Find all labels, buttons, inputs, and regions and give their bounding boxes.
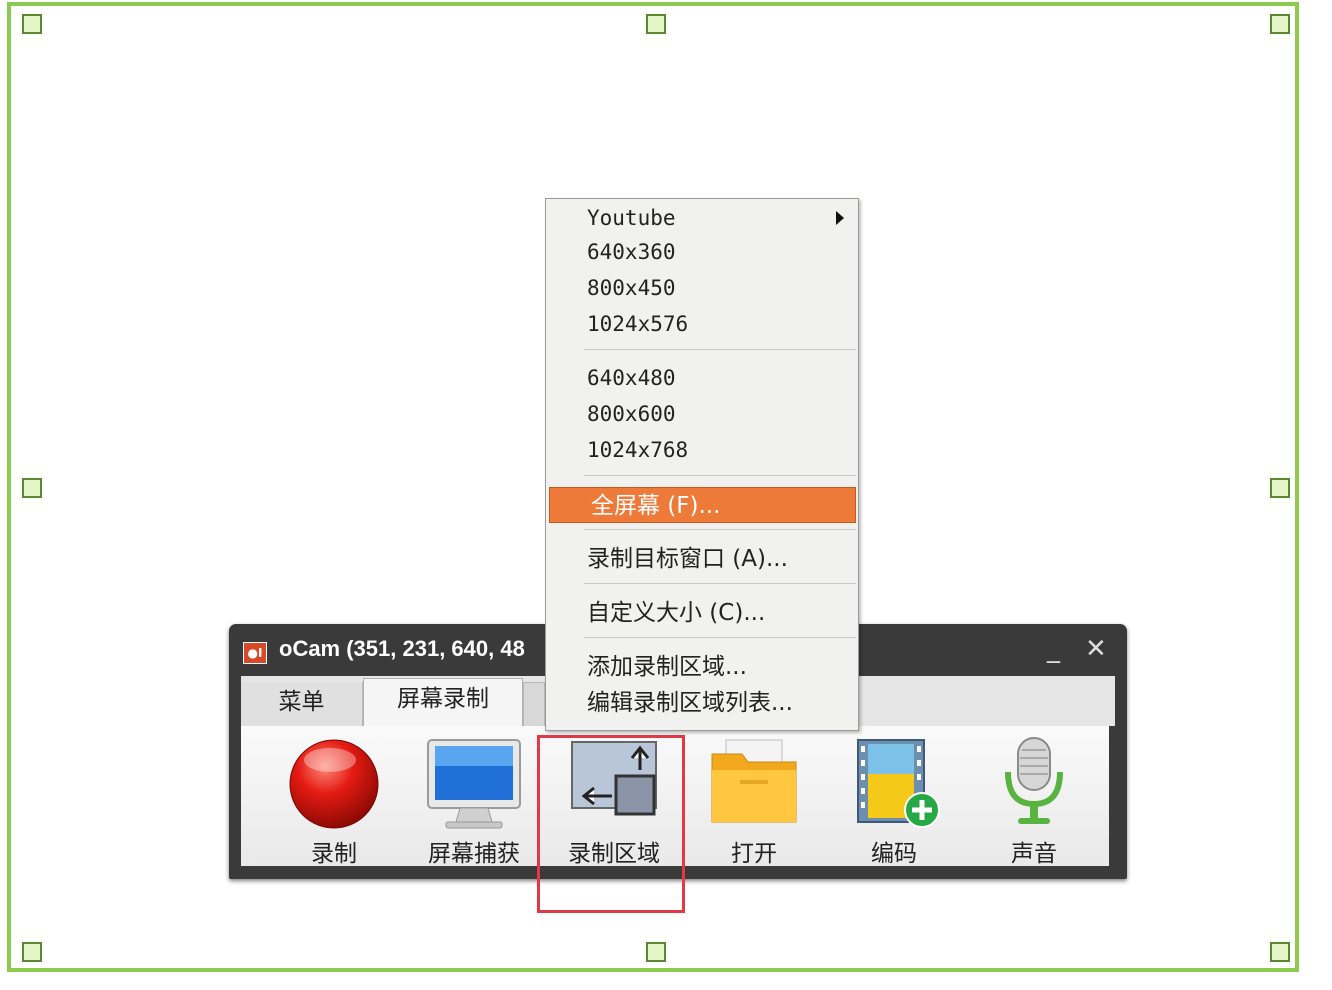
record-label: 录制: [311, 841, 357, 867]
resize-handle-bottom[interactable]: [646, 942, 666, 962]
microphone-icon: [1005, 737, 1063, 824]
annotation-highlight-box: [537, 735, 685, 913]
menu-item-fullscreen[interactable]: 全屏幕 (F)...: [549, 487, 856, 523]
screen-capture-label: 屏幕捕获: [428, 841, 520, 867]
resize-handle-right[interactable]: [1270, 478, 1290, 498]
submenu-arrow-icon: [836, 211, 844, 225]
record-icon: [289, 739, 379, 829]
resize-handle-top-right[interactable]: [1270, 14, 1290, 34]
tab-screen-record[interactable]: 屏幕录制: [363, 678, 523, 726]
minimize-button[interactable]: _: [1047, 634, 1060, 664]
menu-item-800x600[interactable]: 800x600: [546, 396, 858, 432]
menu-item-640x360[interactable]: 640x360: [546, 234, 858, 270]
tab-menu[interactable]: 菜单: [241, 682, 363, 726]
codec-icon: [857, 739, 940, 828]
menu-item-1024x768[interactable]: 1024x768: [546, 432, 858, 468]
sound-label: 声音: [1011, 841, 1057, 867]
resize-handle-top-left[interactable]: [22, 14, 42, 34]
menu-separator: [584, 529, 856, 530]
ocam-app-icon: ●I: [243, 642, 267, 664]
window-title: oCam (351, 231, 640, 48: [279, 636, 525, 661]
close-button[interactable]: ✕: [1085, 634, 1107, 664]
menu-item-target-window[interactable]: 录制目标窗口 (A)...: [546, 541, 858, 577]
folder-icon: [711, 739, 797, 823]
menu-item-custom-size[interactable]: 自定义大小 (C)...: [546, 595, 858, 631]
menu-separator: [584, 349, 856, 350]
codec-button[interactable]: 编码: [834, 736, 954, 867]
menu-item-edit-record-area-list[interactable]: 编辑录制区域列表...: [546, 685, 858, 721]
menu-item-add-record-area[interactable]: 添加录制区域...: [546, 649, 858, 685]
menu-separator: [584, 583, 856, 584]
open-label: 打开: [731, 841, 777, 867]
open-button[interactable]: 打开: [694, 736, 814, 867]
resize-handle-left[interactable]: [22, 478, 42, 498]
menu-item-1024x576[interactable]: 1024x576: [546, 306, 858, 342]
record-button[interactable]: 录制: [274, 736, 394, 867]
monitor-icon: [427, 739, 521, 829]
menu-item-640x480[interactable]: 640x480: [546, 360, 858, 396]
codec-label: 编码: [871, 841, 917, 867]
menu-separator: [584, 637, 856, 638]
resize-handle-top[interactable]: [646, 14, 666, 34]
resize-handle-bottom-right[interactable]: [1270, 942, 1290, 962]
record-area-context-menu: Youtube 640x360 800x450 1024x576 640x480…: [545, 198, 859, 731]
sound-button[interactable]: 声音: [974, 736, 1094, 867]
menu-item-label: Youtube: [587, 206, 676, 230]
tab-hidden[interactable]: [523, 682, 545, 726]
menu-separator: [584, 475, 856, 476]
screen-capture-button[interactable]: 屏幕捕获: [414, 736, 534, 867]
menu-item-youtube[interactable]: Youtube: [546, 200, 858, 236]
resize-handle-bottom-left[interactable]: [22, 942, 42, 962]
menu-item-800x450[interactable]: 800x450: [546, 270, 858, 306]
